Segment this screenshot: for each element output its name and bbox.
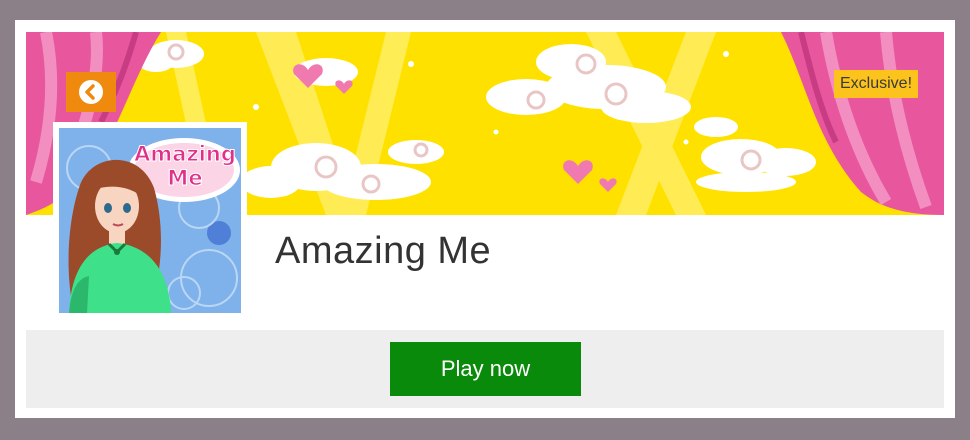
right-curtain xyxy=(781,32,944,215)
thumbnail-logo: Amazing Me xyxy=(129,142,241,191)
exclusive-badge: Exclusive! xyxy=(834,70,919,98)
play-now-button[interactable]: Play now xyxy=(390,342,581,396)
logo-line-1: Amazing xyxy=(134,142,237,167)
game-title: Amazing Me xyxy=(275,230,492,272)
game-thumbnail[interactable]: Amazing Me xyxy=(53,122,247,316)
game-card: Exclusive! Amazing Me Amazing Me Play no… xyxy=(15,20,955,418)
back-button[interactable] xyxy=(66,72,116,112)
logo-line-2: Me xyxy=(167,166,203,191)
chevron-left-icon xyxy=(79,80,103,104)
play-area: Play now xyxy=(26,330,944,408)
